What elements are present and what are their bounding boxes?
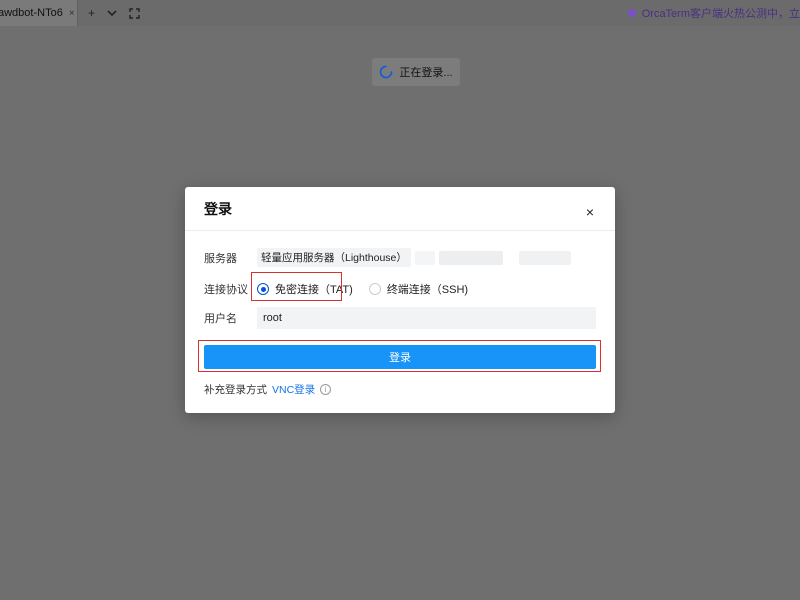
protocol-option-ssh-label: 终端连接（SSH) [386, 284, 469, 296]
loading-toast: 正在登录... [372, 58, 460, 86]
dialog-header: 登录 × [185, 187, 615, 231]
radio-unchecked-icon[interactable] [368, 283, 381, 295]
promo-banner[interactable]: OrcaTerm客户端火热公测中，立 [626, 0, 800, 26]
tab-actions: + [88, 0, 140, 26]
tab-bar: awdbot-NTo6 × + OrcaTerm客户端火热公测中，立 [0, 0, 800, 26]
server-label: 服务器 [204, 252, 237, 265]
redacted-ip [438, 250, 503, 265]
tat-option-highlight [251, 272, 342, 301]
redacted-id [518, 250, 571, 265]
info-icon[interactable]: i [320, 384, 332, 395]
tab-close-icon[interactable]: × [69, 8, 75, 19]
protocol-option-ssh[interactable]: 终端连接（SSH) [368, 281, 469, 297]
alt-login-row: 补充登录方式 VNC登录 i [204, 382, 332, 397]
add-tab-icon[interactable]: + [88, 6, 95, 20]
vnc-login-link[interactable]: VNC登录 [272, 382, 315, 397]
fullscreen-icon[interactable] [129, 7, 140, 19]
username-label: 用户名 [204, 313, 237, 325]
protocol-label: 连接协议 [204, 284, 248, 296]
loading-text: 正在登录... [399, 67, 453, 79]
server-type-tag: 轻量应用服务器（Lighthouse） [257, 248, 411, 267]
chevron-down-icon[interactable] [107, 8, 117, 18]
alt-login-label: 补充登录方式 [204, 384, 267, 396]
spinner-icon [380, 65, 393, 79]
orcaterm-logo-icon [626, 8, 637, 18]
tab-title: awdbot-NTo6 [0, 7, 63, 19]
server-value-group: 轻量应用服务器（Lighthouse） [257, 248, 571, 267]
close-icon[interactable]: × [583, 205, 597, 219]
login-dialog: 登录 × [185, 187, 615, 413]
dialog-title: 登录 [204, 200, 232, 217]
promo-text: OrcaTerm客户端火热公测中，立 [641, 8, 800, 20]
terminal-tab[interactable]: awdbot-NTo6 × [0, 0, 78, 26]
username-row: 用户名 [204, 307, 596, 329]
server-row: 服务器 轻量应用服务器（Lighthouse） [204, 248, 571, 267]
login-button[interactable]: 登录 [204, 345, 596, 369]
redacted-region [414, 250, 435, 265]
username-input[interactable] [257, 307, 596, 329]
